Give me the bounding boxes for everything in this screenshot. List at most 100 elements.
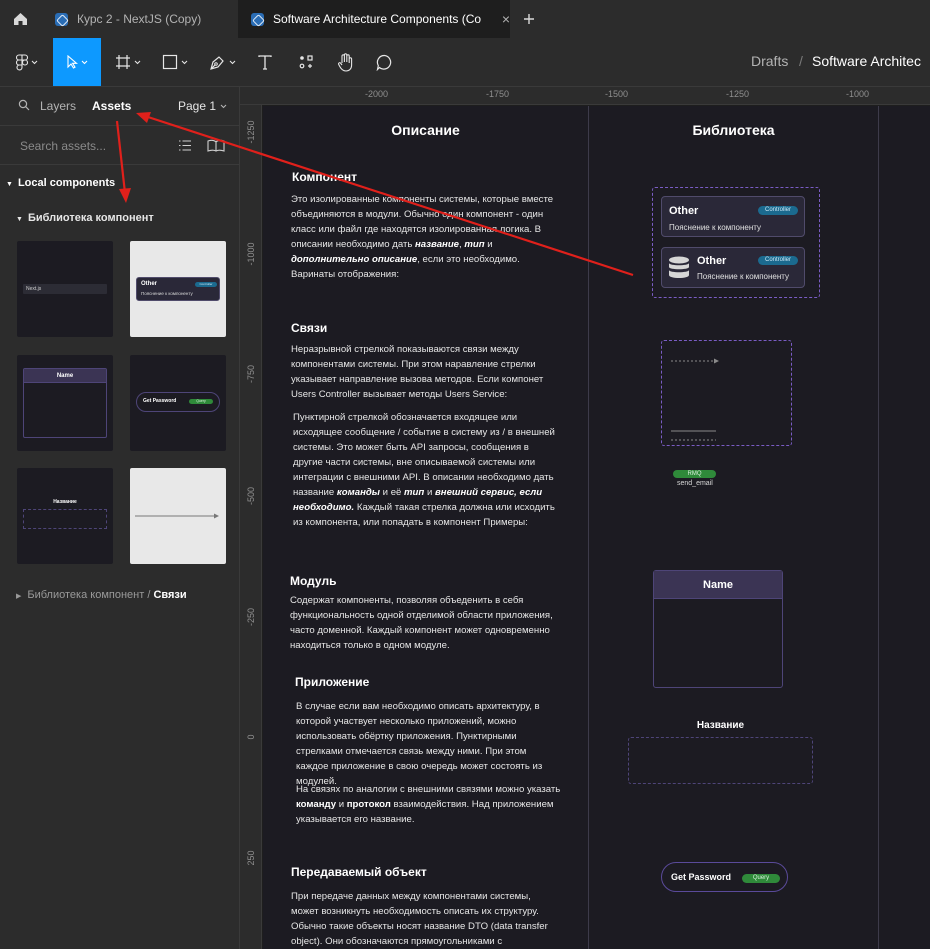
application-name: Название (696, 720, 745, 731)
link-label: Get Password (671, 872, 732, 882)
asset-thumb-nextjs[interactable]: Next.js (17, 241, 113, 337)
components-icon (299, 55, 313, 69)
group-separator: / (147, 589, 151, 601)
solid-line-icon (671, 430, 716, 432)
page-label: Page 1 (178, 99, 217, 113)
ruler-tick: 0 (246, 734, 256, 740)
plus-icon[interactable] (515, 0, 543, 38)
comment-tool-button[interactable] (370, 38, 398, 86)
application-wrapper[interactable] (628, 737, 813, 784)
thumb-link-label: Get Password (143, 398, 177, 404)
comment-icon (376, 54, 391, 71)
tab-file-software-architecture[interactable]: Software Architecture Components (Co × (238, 0, 510, 38)
link-pill-get-password[interactable]: Get Password Query (661, 862, 788, 892)
asset-thumb-link[interactable]: Get Password Query (130, 355, 226, 451)
ruler-vertical: -1250 -1000 -750 -500 -250 0 250 (240, 105, 262, 949)
hand-icon (337, 52, 352, 72)
column-divider (588, 106, 589, 949)
move-tool-button[interactable] (53, 38, 101, 86)
title-bar: Курс 2 - NextJS (Copy) Software Architec… (0, 0, 930, 38)
frame-icon (116, 55, 130, 69)
asset-thumb-component-card[interactable]: Other Controller Пояснение к компоненту (130, 241, 226, 337)
column-header-description: Описание (391, 122, 460, 138)
main-menu-button[interactable] (8, 38, 46, 86)
section-title-dto: Передаваемый объект (291, 865, 427, 879)
tab-file-nextjs[interactable]: Курс 2 - NextJS (Copy) (40, 0, 238, 38)
caret-down-icon: ▼ (6, 181, 13, 188)
ruler-tick: -2000 (365, 89, 389, 99)
search-assets-input[interactable]: Search assets... (20, 139, 106, 153)
collapsed-group-links[interactable]: ▶ Библиотека компонент / Связи (16, 589, 187, 601)
thumb-app-name: Название (53, 499, 77, 505)
send-email-label: send_email (677, 480, 713, 487)
resources-button[interactable] (290, 38, 322, 86)
section-title-module: Модуль (290, 574, 337, 588)
ruler-tick: -250 (246, 608, 256, 627)
ruler-tick: -1500 (605, 89, 629, 99)
team-library-icon[interactable] (207, 139, 225, 152)
section-text-links-dashed: Пунктирной стрелкой обозначается входяще… (293, 412, 555, 528)
component-card[interactable]: Other Controller Пояснение к компоненту (661, 196, 805, 237)
home-icon[interactable] (0, 0, 40, 38)
page-selector[interactable]: Page 1 (178, 99, 227, 113)
layers-search-icon[interactable] (18, 99, 30, 111)
pen-tool-button[interactable] (202, 38, 242, 86)
documentation-frame[interactable]: Описание Библиотека Компонент Это изолир… (263, 106, 930, 949)
breadcrumb-folder[interactable]: Drafts (751, 53, 788, 69)
chevron-down-icon (134, 60, 141, 64)
group-prefix: Библиотека компонент (27, 589, 145, 601)
component-card-title: Other (697, 255, 727, 267)
section-text-dto: При передаче данных между компонентами с… (291, 891, 548, 947)
thumb-card-title: Other (141, 281, 158, 287)
component-variant-set[interactable]: Other Controller Пояснение к компоненту … (652, 187, 820, 298)
section-title-component: Компонент (292, 170, 357, 184)
hand-tool-button[interactable] (330, 38, 360, 86)
library-group-label: Библиотека компонент (27, 212, 154, 224)
asset-thumb-module[interactable]: Name (17, 355, 113, 451)
local-components-header[interactable]: ▼ Local components (6, 177, 115, 189)
text-tool-button[interactable] (250, 38, 280, 86)
caret-down-icon: ▼ (16, 216, 23, 223)
ruler-tick: -750 (246, 365, 256, 384)
section-text-application-2: На связях по аналогии с внешними связями… (296, 784, 561, 825)
module-component[interactable]: Name (653, 570, 783, 688)
thumb-module-box: Name (23, 368, 107, 438)
figma-logo-icon (16, 53, 28, 70)
thumb-app-box (23, 509, 107, 529)
ruler-tick: -500 (246, 487, 256, 506)
group-leaf: Связи (153, 589, 187, 601)
tab-label: Курс 2 - NextJS (Copy) (77, 12, 202, 26)
component-card-db[interactable]: Other Controller Пояснение к компоненту (661, 247, 805, 288)
breadcrumb-file[interactable]: Software Architec (812, 53, 930, 69)
close-tab-icon[interactable]: × (502, 11, 510, 27)
tab-assets[interactable]: Assets (92, 99, 131, 113)
database-icon (669, 256, 689, 278)
chevron-down-icon (81, 60, 88, 64)
ruler-tick: 250 (246, 850, 256, 866)
pen-icon (209, 55, 224, 70)
canvas[interactable]: Описание Библиотека Компонент Это изолир… (263, 106, 930, 949)
column-divider (878, 106, 879, 949)
left-panel: Layers Assets Page 1 Search assets... ▼ L… (0, 87, 240, 949)
thumb-label: Next.js (23, 284, 107, 294)
chevron-down-icon (31, 60, 38, 64)
frame-tool-button[interactable] (108, 38, 148, 86)
divider (0, 125, 240, 126)
library-group-header[interactable]: ▼ Библиотека компонент (16, 212, 154, 224)
component-type-badge: Controller (758, 206, 798, 215)
asset-thumb-application[interactable]: Название (17, 468, 113, 564)
tab-layers[interactable]: Layers (40, 99, 76, 113)
figma-file-icon (251, 12, 264, 26)
asset-thumb-arrow[interactable] (130, 468, 226, 564)
tab-label: Software Architecture Components (Co (273, 12, 482, 26)
thumb-card-pill: Controller (195, 282, 217, 287)
rectangle-icon (162, 54, 178, 70)
list-view-icon[interactable] (179, 140, 191, 151)
shape-tool-button[interactable] (154, 38, 196, 86)
cursor-icon (67, 55, 78, 69)
ruler-tick: -1000 (246, 242, 256, 266)
caret-right-icon: ▶ (16, 593, 22, 600)
chevron-down-icon (220, 104, 227, 109)
links-variant-set[interactable] (661, 340, 792, 446)
component-card-desc: Пояснение к компоненту (697, 272, 790, 281)
